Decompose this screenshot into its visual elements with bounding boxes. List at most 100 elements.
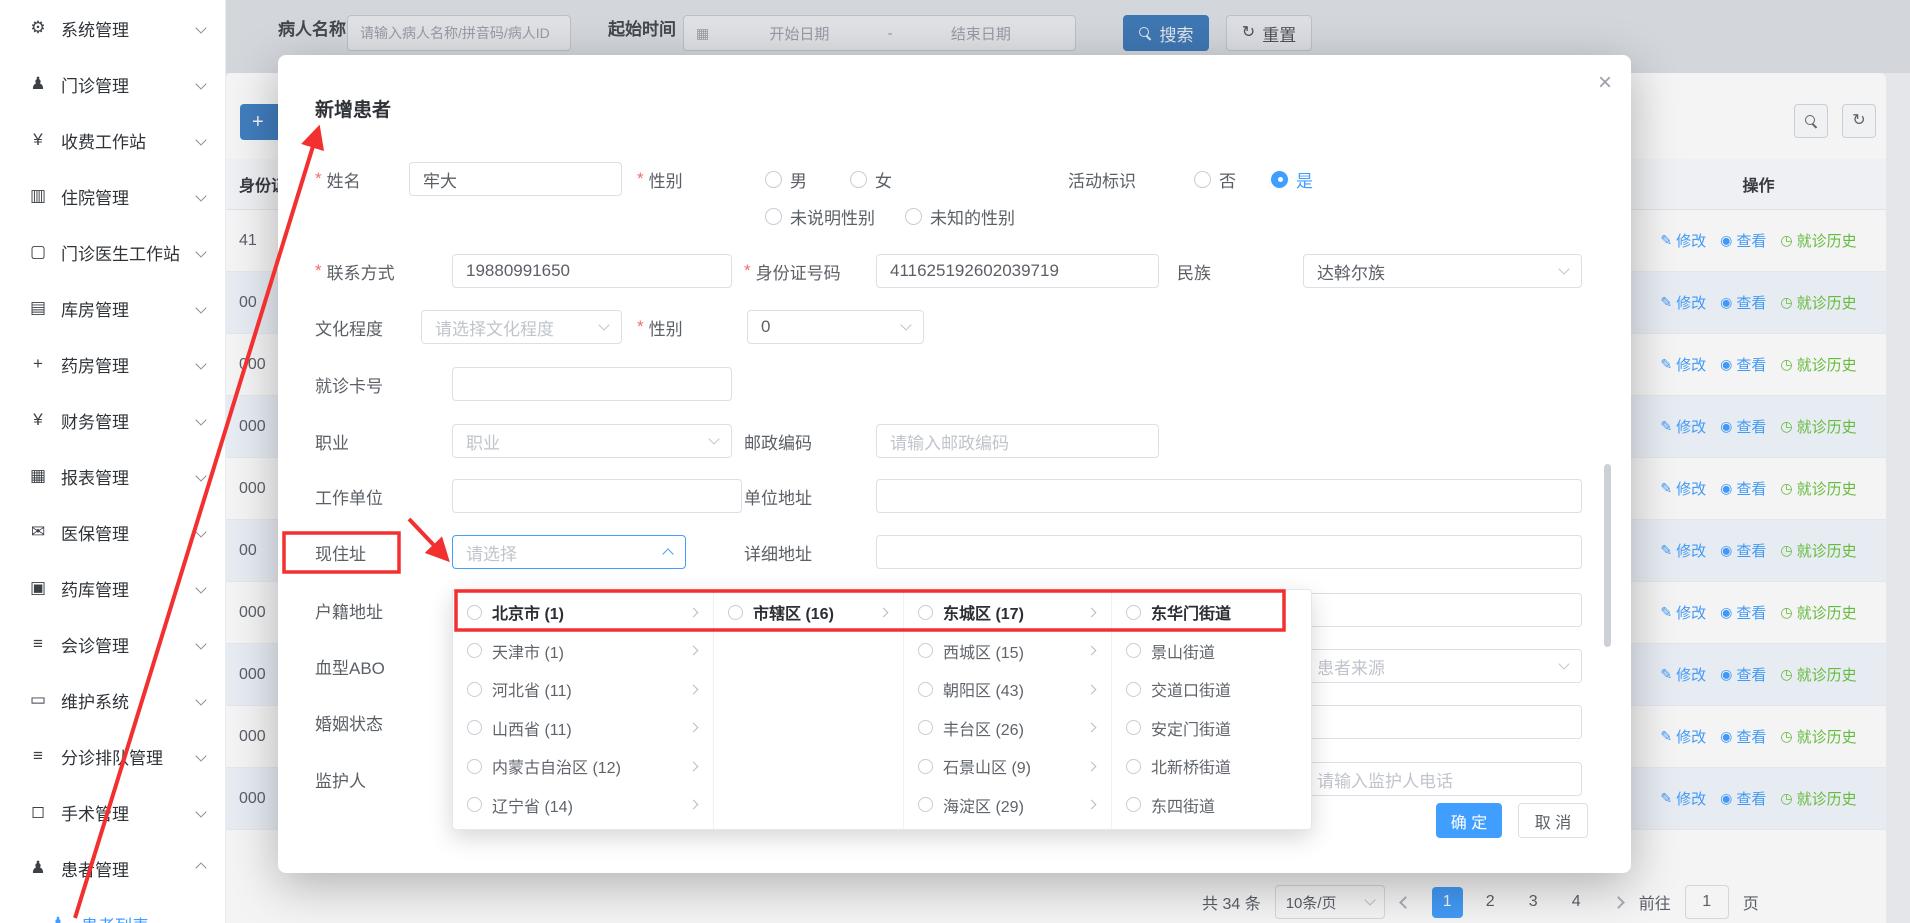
gender2-select[interactable]: 0 — [747, 310, 924, 344]
sidebar-item-0[interactable]: ⚙系统管理 — [0, 0, 225, 56]
sidebar-item-6[interactable]: +药房管理 — [0, 336, 225, 392]
sidebar-subitem-patient-list[interactable]: ♟ 患者列表 — [0, 896, 225, 923]
cascader-option[interactable]: 内蒙古自治区 (12) — [453, 747, 713, 786]
active-flag-radio-yes[interactable]: 是 — [1271, 162, 1313, 196]
sidebar-item-14[interactable]: ◻手术管理 — [0, 784, 225, 840]
date-start-placeholder[interactable]: 开始日期 — [717, 23, 881, 44]
view-link[interactable]: ◉查看 — [1720, 292, 1766, 313]
next-page-button[interactable] — [1612, 898, 1625, 907]
date-range-input[interactable]: ▦ 开始日期 - 结束日期 — [683, 15, 1076, 51]
work-unit-input[interactable] — [452, 479, 742, 513]
edit-link[interactable]: ✎修改 — [1660, 602, 1706, 623]
view-link[interactable]: ◉查看 — [1720, 416, 1766, 437]
postal-input[interactable]: 请输入邮政编码 — [876, 424, 1159, 458]
gender-radio-unknown[interactable]: 未知的性别 — [905, 199, 1015, 233]
gender-radio-unstated[interactable]: 未说明性别 — [765, 199, 875, 233]
cascader-option[interactable]: 天津市 (1) — [453, 632, 713, 671]
unit-address-input[interactable] — [876, 479, 1582, 513]
cascader-option[interactable]: 丰台区 (26) — [904, 709, 1111, 748]
name-input[interactable]: 牢大 — [409, 162, 622, 196]
cascader-option[interactable]: 安定门街道 — [1112, 709, 1311, 748]
edit-link[interactable]: ✎修改 — [1660, 416, 1706, 437]
edit-link[interactable]: ✎修改 — [1660, 354, 1706, 375]
occupation-select[interactable]: 职业 — [452, 424, 732, 458]
prev-page-button[interactable] — [1399, 898, 1412, 907]
view-link[interactable]: ◉查看 — [1720, 602, 1766, 623]
table-refresh-button[interactable]: ↻ — [1842, 104, 1876, 138]
sidebar-item-8[interactable]: ▦报表管理 — [0, 448, 225, 504]
sidebar-item-4[interactable]: ▢门诊医生工作站 — [0, 224, 225, 280]
cascader-option[interactable]: 西城区 (15) — [904, 632, 1111, 671]
cascader-option[interactable]: 辽宁省 (14) — [453, 786, 713, 825]
gender-radio-male[interactable]: 男 — [765, 162, 807, 196]
gender-radio-female[interactable]: 女 — [850, 162, 892, 196]
edit-link[interactable]: ✎修改 — [1660, 230, 1706, 251]
patient-name-input[interactable]: 请输入病人名称/拼音码/病人ID — [347, 15, 571, 51]
history-link[interactable]: ◷就诊历史 — [1780, 478, 1856, 499]
view-link[interactable]: ◉查看 — [1720, 478, 1766, 499]
ethnicity-select[interactable]: 达斡尔族 — [1303, 254, 1582, 288]
history-link[interactable]: ◷就诊历史 — [1780, 664, 1856, 685]
edit-link[interactable]: ✎修改 — [1660, 664, 1706, 685]
reset-button[interactable]: ↻ 重置 — [1226, 15, 1312, 51]
sidebar-item-2[interactable]: ¥收费工作站 — [0, 112, 225, 168]
date-end-placeholder[interactable]: 结束日期 — [899, 23, 1063, 44]
edit-link[interactable]: ✎修改 — [1660, 478, 1706, 499]
contact-input[interactable]: 19880991650 — [452, 254, 732, 288]
confirm-button[interactable]: 确 定 — [1436, 803, 1502, 838]
edit-link[interactable]: ✎修改 — [1660, 788, 1706, 809]
sidebar-item-15[interactable]: ♟患者管理 — [0, 840, 225, 896]
view-link[interactable]: ◉查看 — [1720, 664, 1766, 685]
page-button-3[interactable]: 3 — [1518, 887, 1549, 918]
cascader-option[interactable]: 北新桥街道 — [1112, 747, 1311, 786]
sidebar-item-12[interactable]: ▭维护系统 — [0, 672, 225, 728]
patient-source-select[interactable]: 患者来源 — [1303, 649, 1582, 683]
cascader-option[interactable]: 河北省 (11) — [453, 670, 713, 709]
cascader-option[interactable]: 东华门街道 — [1112, 593, 1311, 632]
page-size-select[interactable]: 10条/页 — [1275, 885, 1385, 919]
guardian-phone-input[interactable]: 请输入监护人电话 — [1303, 762, 1582, 796]
visit-card-input[interactable] — [452, 367, 732, 401]
page-button-1[interactable]: 1 — [1432, 887, 1463, 918]
edit-link[interactable]: ✎修改 — [1660, 726, 1706, 747]
close-icon[interactable]: × — [1591, 69, 1619, 97]
modal-scrollbar[interactable] — [1604, 464, 1611, 647]
history-link[interactable]: ◷就诊历史 — [1780, 416, 1856, 437]
history-link[interactable]: ◷就诊历史 — [1780, 230, 1856, 251]
view-link[interactable]: ◉查看 — [1720, 354, 1766, 375]
goto-page-input[interactable]: 1 — [1685, 885, 1729, 919]
sidebar-item-9[interactable]: ✉医保管理 — [0, 504, 225, 560]
id-number-input[interactable]: 411625192602039719 — [876, 254, 1159, 288]
history-link[interactable]: ◷就诊历史 — [1780, 540, 1856, 561]
sidebar-item-10[interactable]: ▣药库管理 — [0, 560, 225, 616]
sidebar-item-5[interactable]: ▤库房管理 — [0, 280, 225, 336]
edit-link[interactable]: ✎修改 — [1660, 540, 1706, 561]
cascader-option[interactable]: 北京市 (1) — [453, 593, 713, 632]
view-link[interactable]: ◉查看 — [1720, 540, 1766, 561]
page-button-2[interactable]: 2 — [1475, 887, 1506, 918]
education-select[interactable]: 请选择文化程度 — [421, 310, 622, 344]
history-link[interactable]: ◷就诊历史 — [1780, 292, 1856, 313]
page-button-4[interactable]: 4 — [1561, 887, 1592, 918]
marital-row-input[interactable] — [1303, 705, 1582, 739]
view-link[interactable]: ◉查看 — [1720, 726, 1766, 747]
sidebar-item-3[interactable]: ▥住院管理 — [0, 168, 225, 224]
cancel-button[interactable]: 取 消 — [1518, 803, 1588, 838]
cascader-option[interactable]: 市辖区 (16) — [714, 593, 903, 632]
history-link[interactable]: ◷就诊历史 — [1780, 602, 1856, 623]
cascader-option[interactable]: 石景山区 (9) — [904, 747, 1111, 786]
view-link[interactable]: ◉查看 — [1720, 230, 1766, 251]
history-link[interactable]: ◷就诊历史 — [1780, 354, 1856, 375]
detail-address-input[interactable] — [876, 535, 1582, 569]
active-flag-radio-no[interactable]: 否 — [1194, 162, 1236, 196]
cascader-option[interactable]: 山西省 (11) — [453, 709, 713, 748]
edit-link[interactable]: ✎修改 — [1660, 292, 1706, 313]
cascader-option[interactable]: 朝阳区 (43) — [904, 670, 1111, 709]
cascader-option[interactable]: 东四街道 — [1112, 786, 1311, 825]
cascader-option[interactable]: 海淀区 (29) — [904, 786, 1111, 825]
current-address-cascader[interactable]: 请选择 — [452, 535, 686, 569]
cascader-option[interactable]: 景山街道 — [1112, 632, 1311, 671]
cascader-option[interactable]: 东城区 (17) — [904, 593, 1111, 632]
sidebar-item-7[interactable]: ¥财务管理 — [0, 392, 225, 448]
sidebar-item-13[interactable]: ≡分诊排队管理 — [0, 728, 225, 784]
